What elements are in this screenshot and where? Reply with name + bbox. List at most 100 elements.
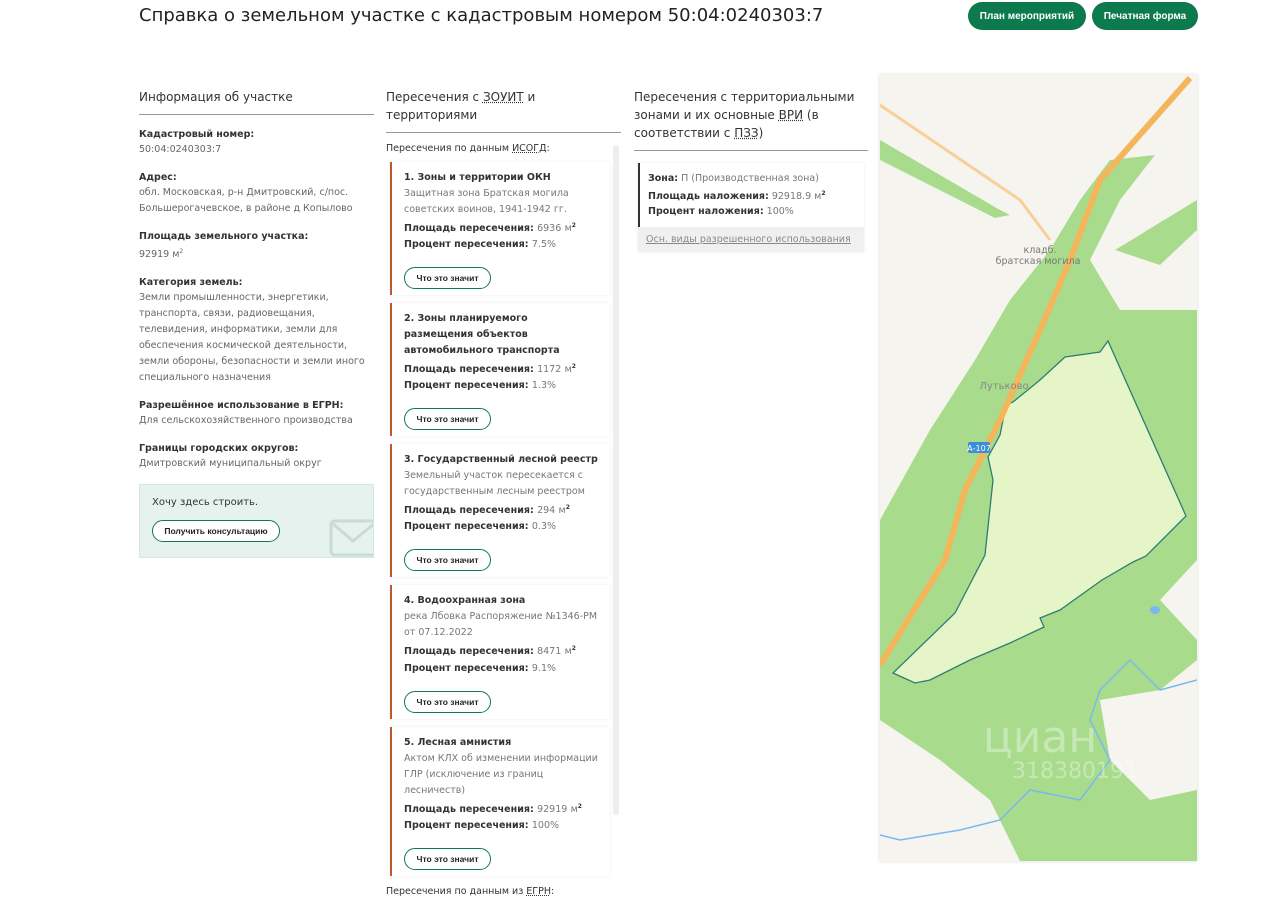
field-value-text: Земли промышленности, энергетики, трансп… [139, 292, 365, 384]
pct-label: Процент наложения: [648, 206, 764, 218]
what-it-means-button[interactable]: Что это значит [404, 549, 491, 572]
pond [1150, 606, 1160, 614]
area-value: 8471 [537, 646, 562, 658]
pzz-section: Пересечения с территориальными зонами и … [634, 88, 868, 253]
field-value: 92919 м2 [139, 244, 374, 263]
pct-value: 0.3% [531, 521, 557, 533]
pct-label: Процент пересечения: [404, 239, 529, 251]
card-description: река Лбовка Распоряжение №1346-РМ от 07.… [404, 611, 598, 639]
pct-label: Процент пересечения: [404, 662, 529, 674]
sup: 2 [565, 504, 570, 512]
area-value: 1172 [537, 364, 562, 376]
pct-value: 7.5% [531, 239, 557, 251]
card-title: 4. Водоохранная зона [404, 595, 526, 607]
road-badge-text: А-107 [967, 444, 991, 453]
what-it-means-button[interactable]: Что это значит [404, 847, 491, 870]
unit: м [564, 223, 572, 235]
map[interactable]: кладб. братская могила Лутьково А-107 ци… [877, 75, 1198, 861]
info-field: Границы городских округов: Дмитровский му… [139, 441, 374, 472]
watermark: циан [983, 712, 1097, 763]
intersection-card: 1. Зоны и территории ОКН Защитная зона Б… [390, 162, 610, 296]
pct-value: 100% [763, 206, 794, 218]
sub-heading: : [546, 143, 550, 154]
pct-value: 100% [531, 819, 560, 831]
what-it-means-button[interactable]: Что это значит [404, 267, 491, 290]
field-value: Для сельскохозяйственного производства [139, 413, 374, 429]
main-vri-link[interactable]: Осн. виды разрешенного использования [638, 227, 864, 253]
intersection-card: 3. Государственный лесной реестр Земельн… [390, 444, 610, 578]
info-field: Категория земель: Земли промышленности, э… [139, 275, 374, 386]
pct-label: Процент пересечения: [404, 819, 529, 831]
sup: 2 [577, 802, 582, 810]
zouit-section: Пересечения с ЗОУИТ и территориями Перес… [386, 88, 621, 897]
sub-heading: Пересечения по данным из [386, 885, 527, 897]
area-label: Площадь пересечения: [404, 223, 534, 235]
area-label: Площадь пересечения: [404, 364, 534, 376]
field-value: Дмитровский муниципальный округ [139, 456, 374, 472]
intersection-card: 2. Зоны планируемого размещения объектов… [390, 303, 610, 437]
area-label: Площадь пересечения: [404, 803, 534, 815]
field-label: Адрес: [139, 172, 177, 183]
zone-label: Зона: [648, 173, 679, 184]
zone-card: Зона: П (Производственная зона) Площадь … [638, 163, 864, 253]
area-value: 92918.9 м [768, 191, 822, 203]
card-title: 3. Государственный лесной реестр [404, 454, 598, 466]
area-label: Площадь пересечения: [404, 646, 534, 658]
field-value: Земли промышленности, энергетики, трансп… [139, 290, 374, 386]
pzz-abbr[interactable]: ПЗЗ [734, 126, 758, 140]
sub-heading: : [550, 885, 555, 897]
sub-heading: Пересечения по данным [386, 143, 513, 154]
unit: м [564, 646, 572, 658]
unit: м [564, 364, 572, 376]
heading-text: Пересечения с [386, 90, 483, 104]
print-form-button[interactable]: Печатная форма [1092, 2, 1198, 30]
heading-text: Пересечения с территориальными зонами и … [634, 90, 855, 122]
intersection-card: 4. Водоохранная зона река Лбовка Распоря… [390, 585, 610, 719]
pct-value: 1.3% [531, 380, 557, 392]
page-title: Справка о земельном участке с кадастровы… [139, 5, 824, 26]
field-label: Разрешённое использование в ЕГРН: [139, 400, 344, 412]
what-it-means-button[interactable]: Что это значит [404, 408, 491, 431]
card-description: Актом КЛХ об изменении информации ГЛР (и… [404, 752, 598, 796]
sup: 2 [571, 645, 576, 653]
field-label: Границы городских округов: [139, 443, 299, 455]
consult-promo: Хочу здесь строить. Получить консультаци… [139, 484, 374, 559]
sup: 2 [179, 248, 184, 255]
sup: 2 [571, 222, 576, 229]
plot-info-heading: Информация об участке [139, 88, 374, 115]
card-description: Защитная зона Братская могила советских … [404, 188, 569, 215]
intersection-card: 5. Лесная амнистия Актом КЛХ об изменени… [390, 726, 610, 876]
scrollbar[interactable] [613, 145, 619, 815]
card-title: 5. Лесная амнистия [404, 736, 512, 748]
area-label: Площадь пересечения: [404, 505, 534, 517]
field-value-text: 50:04:0240303:7 [139, 144, 222, 155]
unit: м [558, 505, 566, 517]
egrn-abbr[interactable]: ЕГРН [526, 886, 551, 897]
envelope-icon [329, 519, 373, 557]
action-plan-button[interactable]: План мероприятий [968, 2, 1086, 30]
field-value: обл. Московская, р-н Дмитровский, с/пос.… [139, 185, 374, 217]
field-value: 50:04:0240303:7 [139, 142, 374, 158]
zouit-abbr[interactable]: ЗОУИТ [483, 90, 524, 104]
vri-abbr[interactable]: ВРИ [779, 108, 803, 122]
what-it-means-button[interactable]: Что это значит [404, 690, 491, 713]
isogd-abbr[interactable]: ИСОГД [512, 143, 546, 154]
info-field: Кадастровый номер: 50:04:0240303:7 [139, 127, 374, 158]
field-label: Кадастровый номер: [139, 129, 255, 140]
info-field: Площадь земельного участка: 92919 м2 [139, 229, 374, 263]
cemetery-label: братская могила [996, 256, 1081, 267]
field-value-text: 92919 м [139, 249, 180, 261]
card-title: 2. Зоны планируемого размещения объектов… [404, 313, 560, 357]
sup: 2 [571, 363, 576, 371]
get-consultation-button[interactable]: Получить консультацию [152, 520, 280, 543]
field-label: Категория земель: [139, 277, 243, 289]
area-label: Площадь наложения: [648, 191, 769, 203]
sup: 2 [821, 190, 826, 197]
promo-text: Хочу здесь строить. [152, 497, 259, 509]
area-value: 294 [537, 505, 556, 517]
info-field: Разрешённое использование в ЕГРН: Для сел… [139, 398, 374, 429]
field-value-text: Для сельскохозяйственного производства [139, 415, 353, 427]
card-description: Земельный участок пересекается с государ… [404, 470, 585, 498]
plot-info-section: Информация об участке Кадастровый номер:… [139, 88, 374, 559]
field-label: Площадь земельного участка: [139, 231, 309, 242]
